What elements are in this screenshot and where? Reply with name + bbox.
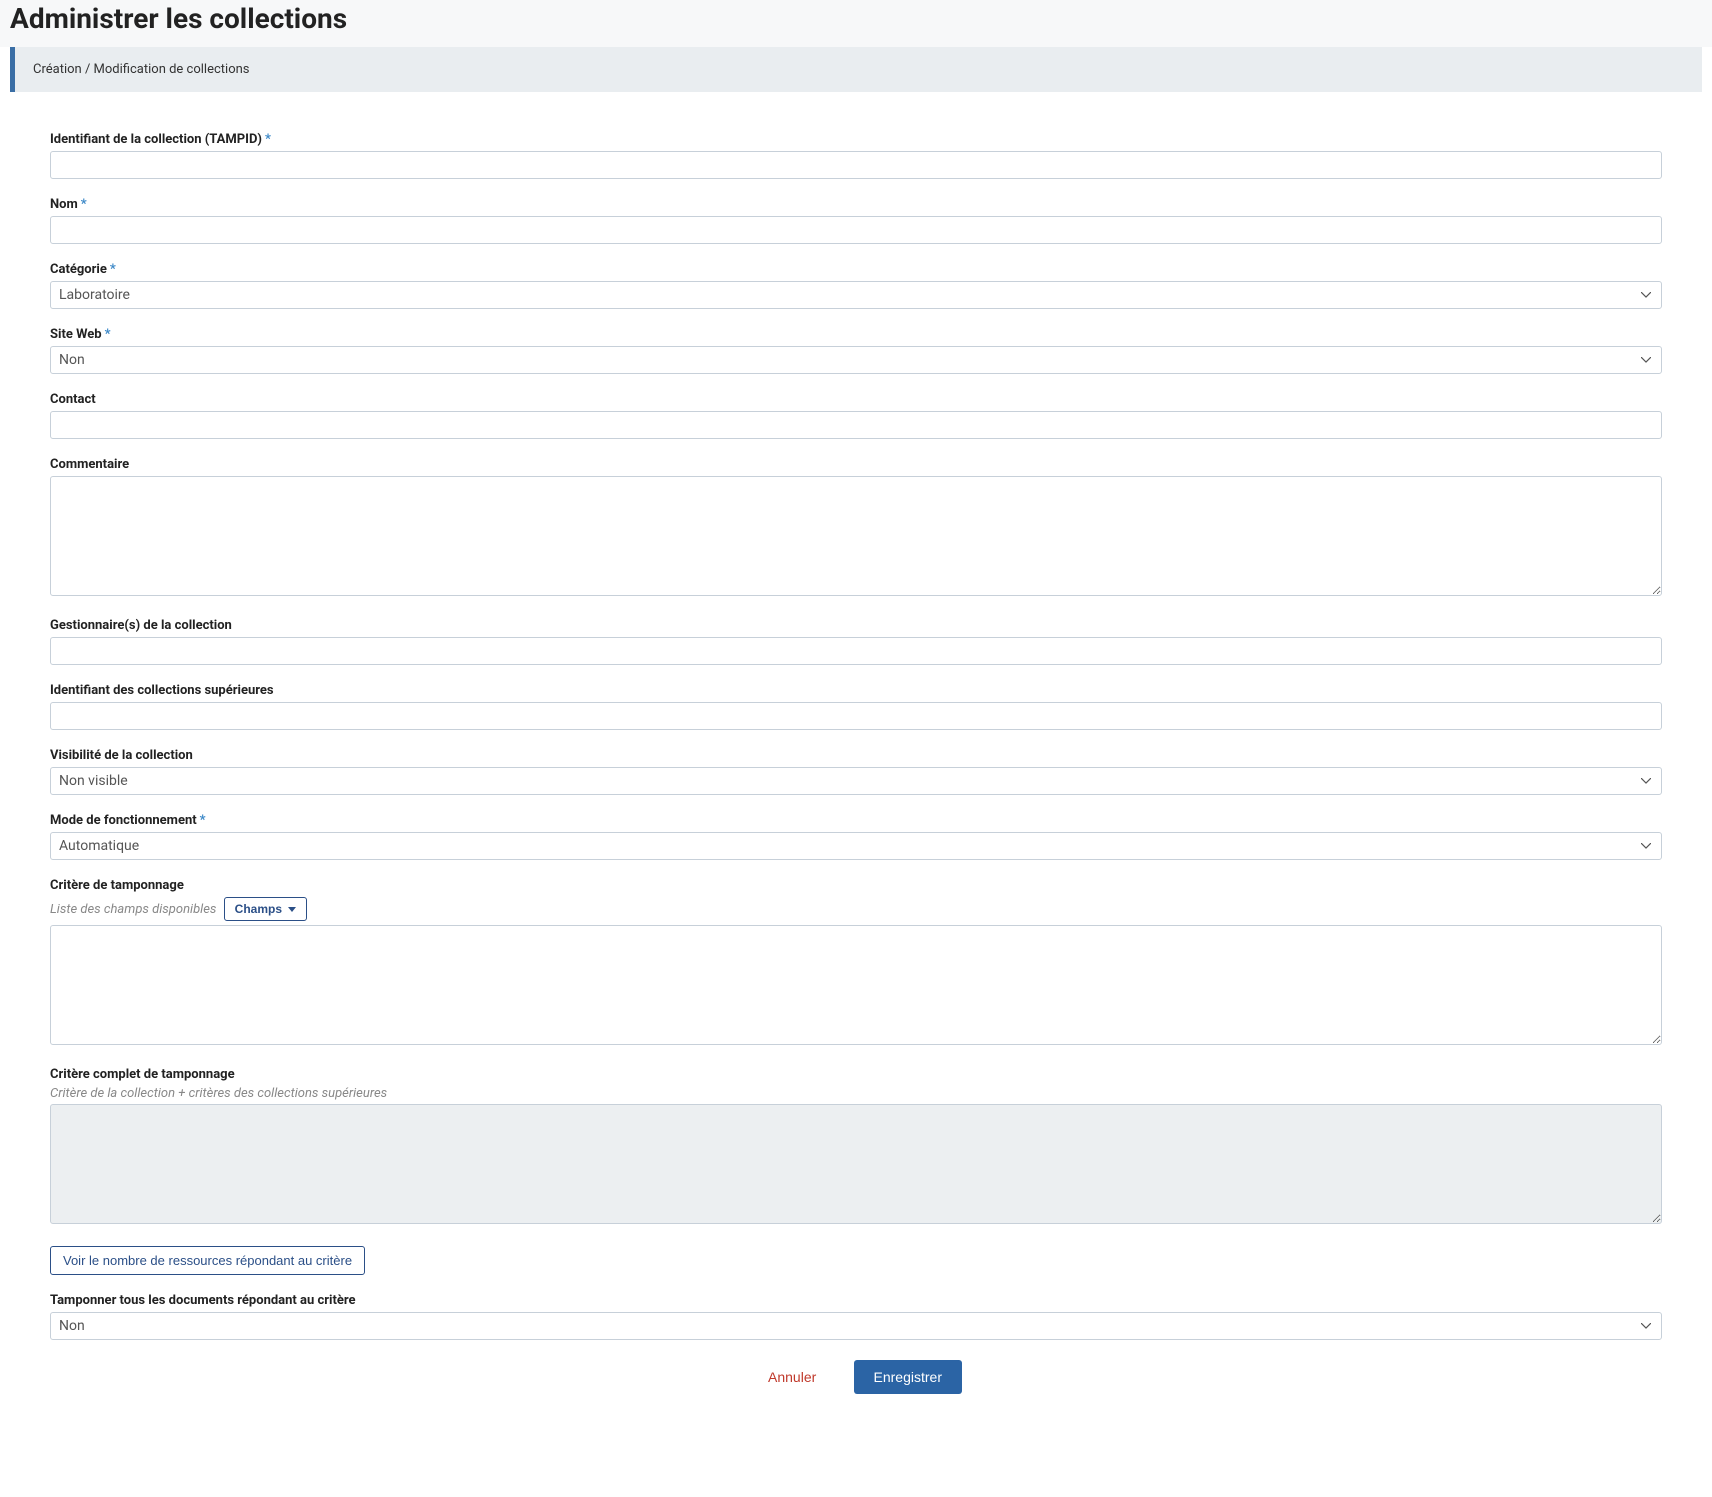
page-title-bar: Administrer les collections	[0, 0, 1712, 47]
field-critere: Critère de tamponnage Liste des champs d…	[50, 878, 1662, 1049]
page-title: Administrer les collections	[10, 2, 1702, 35]
select-siteweb[interactable]: Non	[50, 346, 1662, 374]
label-tampid: Identifiant de la collection (TAMPID)*	[50, 132, 1662, 147]
label-visibilite: Visibilité de la collection	[50, 748, 1662, 763]
champs-dropdown-button[interactable]: Champs	[224, 897, 307, 921]
label-gestionnaires: Gestionnaire(s) de la collection	[50, 618, 1662, 633]
select-mode[interactable]: Automatique	[50, 832, 1662, 860]
input-ident-sup[interactable]	[50, 702, 1662, 730]
input-nom[interactable]	[50, 216, 1662, 244]
required-star: *	[105, 327, 111, 342]
input-contact[interactable]	[50, 411, 1662, 439]
cancel-button[interactable]: Annuler	[750, 1361, 834, 1393]
page-subheader: Création / Modification de collections	[10, 47, 1702, 92]
textarea-critere[interactable]	[50, 925, 1662, 1045]
textarea-critere-complet	[50, 1104, 1662, 1224]
select-categorie[interactable]: Laboratoire	[50, 281, 1662, 309]
label-categorie: Catégorie*	[50, 262, 1662, 277]
field-tampid: Identifiant de la collection (TAMPID)*	[50, 132, 1662, 179]
field-siteweb: Site Web* Non	[50, 327, 1662, 374]
label-commentaire: Commentaire	[50, 457, 1662, 472]
field-tamponner: Tamponner tous les documents répondant a…	[50, 1293, 1662, 1340]
form-container: Identifiant de la collection (TAMPID)* N…	[0, 92, 1712, 1424]
input-tampid[interactable]	[50, 151, 1662, 179]
required-star: *	[200, 813, 206, 828]
field-gestionnaires: Gestionnaire(s) de la collection	[50, 618, 1662, 665]
label-nom: Nom*	[50, 197, 1662, 212]
helper-critere-complet: Critère de la collection + critères des …	[50, 1086, 1658, 1101]
field-mode: Mode de fonctionnement* Automatique	[50, 813, 1662, 860]
required-star: *	[265, 132, 271, 147]
field-contact: Contact	[50, 392, 1662, 439]
button-row: Annuler Enregistrer	[50, 1360, 1662, 1394]
input-gestionnaires[interactable]	[50, 637, 1662, 665]
field-visibilite: Visibilité de la collection Non visible	[50, 748, 1662, 795]
required-star: *	[110, 262, 116, 277]
field-ident-sup: Identifiant des collections supérieures	[50, 683, 1662, 730]
label-tamponner: Tamponner tous les documents répondant a…	[50, 1293, 1662, 1308]
textarea-commentaire[interactable]	[50, 476, 1662, 596]
label-critere: Critère de tamponnage	[50, 878, 1662, 893]
helper-critere: Liste des champs disponibles	[50, 902, 216, 917]
field-commentaire: Commentaire	[50, 457, 1662, 600]
label-siteweb: Site Web*	[50, 327, 1662, 342]
select-visibilite[interactable]: Non visible	[50, 767, 1662, 795]
field-nom: Nom*	[50, 197, 1662, 244]
label-mode: Mode de fonctionnement*	[50, 813, 1662, 828]
field-categorie: Catégorie* Laboratoire	[50, 262, 1662, 309]
select-tamponner[interactable]: Non	[50, 1312, 1662, 1340]
required-star: *	[81, 197, 87, 212]
caret-down-icon	[288, 907, 296, 912]
save-button[interactable]: Enregistrer	[854, 1360, 962, 1394]
label-contact: Contact	[50, 392, 1662, 407]
field-critere-complet: Critère complet de tamponnage Critère de…	[50, 1067, 1662, 1228]
voir-nombre-button[interactable]: Voir le nombre de ressources répondant a…	[50, 1246, 365, 1275]
label-ident-sup: Identifiant des collections supérieures	[50, 683, 1662, 698]
label-critere-complet: Critère complet de tamponnage	[50, 1067, 1662, 1082]
